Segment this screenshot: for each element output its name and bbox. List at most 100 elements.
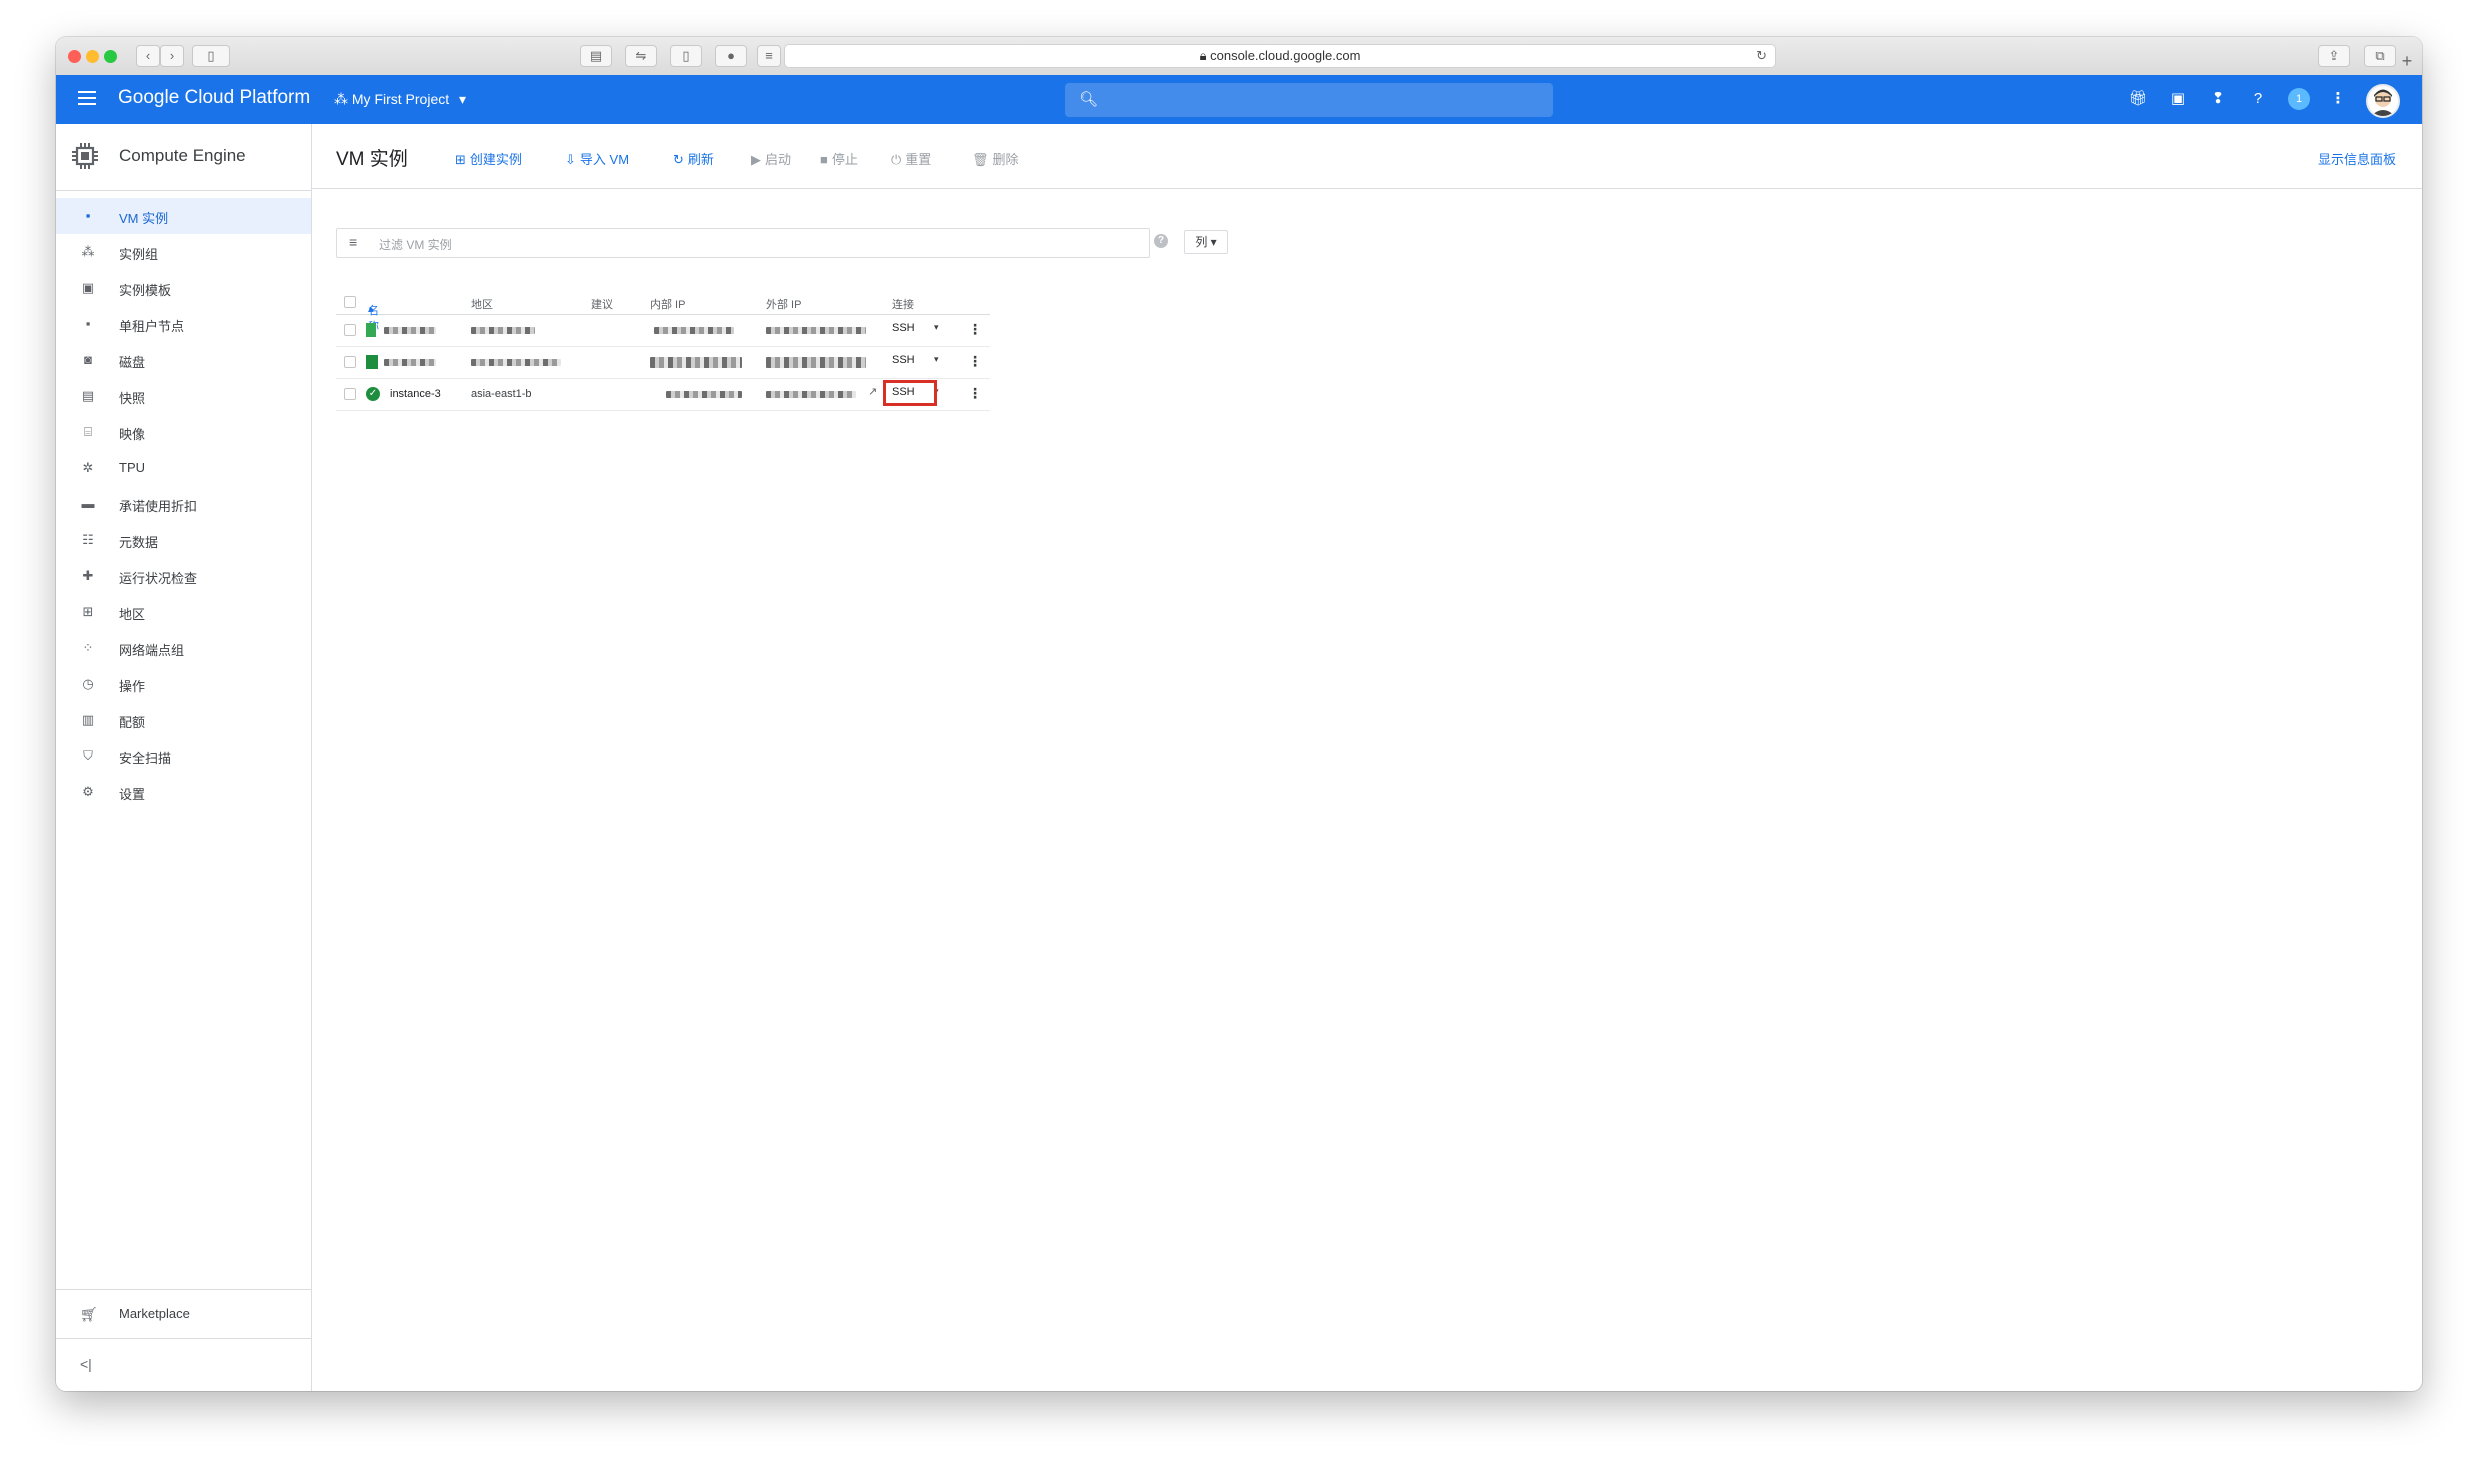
power-icon: ⏻ bbox=[891, 152, 902, 167]
refresh-button[interactable]: ↻ 刷新 bbox=[673, 149, 714, 168]
reset-button[interactable]: ⏻ 重置 bbox=[891, 149, 931, 168]
zoom-window-button[interactable] bbox=[104, 50, 117, 63]
new-tab-button[interactable]: + bbox=[2396, 51, 2418, 71]
row-checkbox[interactable] bbox=[344, 356, 356, 368]
disk-icon: ◙ bbox=[84, 352, 92, 367]
show-info-panel-button[interactable]: 显示信息面板 bbox=[2318, 149, 2396, 168]
health-check-icon: ✚ bbox=[82, 568, 94, 583]
import-icon: ⇩ bbox=[565, 152, 576, 167]
minimize-window-button[interactable] bbox=[86, 50, 99, 63]
filter-input[interactable]: ≡ 过滤 VM 实例 bbox=[336, 228, 1150, 258]
more-vert-icon[interactable]: ⋮ bbox=[968, 385, 982, 402]
address-bar[interactable]: 🔒︎ console.cloud.google.com ↻ bbox=[784, 44, 1776, 68]
stop-button[interactable]: ■ 停止 bbox=[820, 149, 858, 168]
sidebar-item-disks[interactable]: ◙ 磁盘 bbox=[56, 342, 311, 378]
external-ip[interactable] bbox=[766, 327, 866, 334]
search-input[interactable]: 🔍︎ bbox=[1065, 83, 1553, 117]
more-vert-icon[interactable]: ⋮ bbox=[968, 321, 982, 338]
project-selector[interactable]: ⁂ My First Project ▾ bbox=[334, 91, 466, 108]
avatar[interactable] bbox=[2366, 84, 2400, 118]
forward-button[interactable]: › bbox=[160, 45, 184, 67]
stop-icon: ■ bbox=[820, 152, 828, 167]
internal-ip bbox=[654, 327, 734, 334]
tpu-icon: ✲ bbox=[82, 460, 94, 475]
close-window-button[interactable] bbox=[68, 50, 81, 63]
ssh-dropdown-icon[interactable]: ▾ bbox=[934, 354, 939, 365]
instance-group-icon: ⁂ bbox=[81, 244, 95, 259]
sidebar-item-images[interactable]: ⌸ 映像 bbox=[56, 414, 311, 450]
bookmark-icon[interactable]: ▤ bbox=[580, 45, 612, 67]
extension-icon[interactable]: ⇋ bbox=[625, 45, 657, 67]
sidebar-item-snapshots[interactable]: ▤ 快照 bbox=[56, 378, 311, 414]
cloud-shell-icon[interactable]: ▣ bbox=[2167, 88, 2189, 110]
help-icon[interactable]: ? bbox=[2247, 88, 2269, 110]
feedback-icon[interactable]: ❢ bbox=[2207, 88, 2229, 110]
columns-button[interactable]: 列 ▾ bbox=[1184, 230, 1228, 254]
ssh-button[interactable]: SSH bbox=[892, 322, 915, 334]
start-button[interactable]: ▶ 启动 bbox=[751, 149, 791, 168]
sidebar-item-security-scan[interactable]: ⛉ 安全扫描 bbox=[56, 738, 311, 774]
sole-tenant-icon: ▪ bbox=[85, 316, 91, 331]
more-vert-icon[interactable]: ⋮ bbox=[2327, 88, 2349, 110]
collapse-sidebar-icon[interactable]: <| bbox=[80, 1356, 92, 1372]
table-row[interactable]: SSH ▾ ⋮ bbox=[336, 315, 990, 347]
back-button[interactable]: ‹ bbox=[136, 45, 160, 67]
sidebar-item-vm-instances[interactable]: ▪ VM 实例 bbox=[56, 198, 311, 234]
reload-icon[interactable]: ↻ bbox=[1756, 45, 1767, 67]
row-checkbox[interactable] bbox=[344, 324, 356, 336]
delete-button[interactable]: 🗑︎ 删除 bbox=[972, 149, 1019, 168]
notifications-icon[interactable]: 1 bbox=[2288, 88, 2310, 110]
external-ip[interactable] bbox=[766, 391, 856, 398]
sidebar-item-sole-tenant-nodes[interactable]: ▪ 单租户节点 bbox=[56, 306, 311, 342]
sidebar-item-committed-use-discounts[interactable]: ▬ 承诺使用折扣 bbox=[56, 486, 311, 522]
row-checkbox[interactable] bbox=[344, 388, 356, 400]
help-icon[interactable]: ? bbox=[1154, 234, 1168, 248]
reader-icon[interactable]: ≡ bbox=[757, 45, 781, 67]
sidebar-item-network-endpoint-groups[interactable]: ⁘ 网络端点组 bbox=[56, 630, 311, 666]
instance-name[interactable] bbox=[384, 327, 436, 334]
privacy-icon[interactable]: ● bbox=[715, 45, 747, 67]
vm-icon: ▪ bbox=[85, 208, 91, 223]
external-ip[interactable] bbox=[766, 357, 866, 368]
share-icon[interactable]: ⇪ bbox=[2318, 45, 2350, 67]
gift-icon[interactable]: 🎁︎ bbox=[2127, 88, 2149, 110]
highlight-box bbox=[883, 380, 937, 406]
sidebar-item-instance-templates[interactable]: ▣ 实例模板 bbox=[56, 270, 311, 306]
sidebar-item-quotas[interactable]: ▥ 配额 bbox=[56, 702, 311, 738]
sidebar-item-metadata[interactable]: ☷ 元数据 bbox=[56, 522, 311, 558]
ssh-dropdown-icon[interactable]: ▾ bbox=[934, 322, 939, 333]
gcp-brand[interactable]: Google Cloud Platform bbox=[118, 87, 310, 109]
table-row[interactable]: ✓ instance-3 asia-east1-b ↗ SSH ▾ ⋮ bbox=[336, 379, 990, 411]
security-scan-icon: ⛉ bbox=[83, 748, 93, 763]
instance-name[interactable]: instance-3 bbox=[390, 388, 441, 400]
quota-icon: ▥ bbox=[81, 712, 95, 727]
sidebar-item-health-checks[interactable]: ✚ 运行状况检查 bbox=[56, 558, 311, 594]
ssh-button[interactable]: SSH bbox=[892, 354, 915, 366]
select-all-checkbox[interactable] bbox=[344, 296, 356, 308]
tabs-icon[interactable]: ⧉ bbox=[2364, 45, 2396, 67]
sidebar-toggle-icon[interactable]: ▯ bbox=[192, 45, 230, 67]
instance-zone bbox=[471, 327, 535, 334]
sidebar-item-tpu[interactable]: ✲ TPU bbox=[56, 450, 311, 486]
sidebar-item-operations[interactable]: ◷ 操作 bbox=[56, 666, 311, 702]
play-icon: ▶ bbox=[751, 152, 761, 167]
create-instance-button[interactable]: ⊞ 创建实例 bbox=[455, 149, 522, 168]
lock-icon: 🔒︎ bbox=[1199, 48, 1207, 63]
action-bar: VM 实例 ⊞ 创建实例 ⇩ 导入 VM ↻ 刷新 ▶ 启动 ■ 停止 ⏻ 重置 🗑︎ 删除 … bbox=[312, 124, 2422, 189]
sidebar-item-marketplace[interactable]: 🛒︎ Marketplace bbox=[56, 1289, 311, 1339]
more-vert-icon[interactable]: ⋮ bbox=[968, 353, 982, 370]
sidebar-item-settings[interactable]: ⚙ 设置 bbox=[56, 774, 311, 810]
table-row[interactable]: SSH ▾ ⋮ bbox=[336, 347, 990, 379]
clipboard-icon[interactable]: ▯ bbox=[670, 45, 702, 67]
zones-icon: ⊞ bbox=[82, 604, 94, 619]
instance-zone: asia-east1-b bbox=[471, 388, 532, 400]
open-external-icon[interactable]: ↗ bbox=[868, 385, 877, 398]
sidebar-item-instance-groups[interactable]: ⁂ 实例组 bbox=[56, 234, 311, 270]
import-vm-button[interactable]: ⇩ 导入 VM bbox=[565, 149, 629, 168]
instance-name[interactable] bbox=[384, 359, 436, 366]
template-icon: ▣ bbox=[81, 280, 95, 295]
compute-engine-icon bbox=[72, 143, 98, 169]
column-header-external-ip: 外部 IP bbox=[766, 299, 802, 311]
menu-icon[interactable] bbox=[78, 91, 96, 109]
sidebar-item-zones[interactable]: ⊞ 地区 bbox=[56, 594, 311, 630]
